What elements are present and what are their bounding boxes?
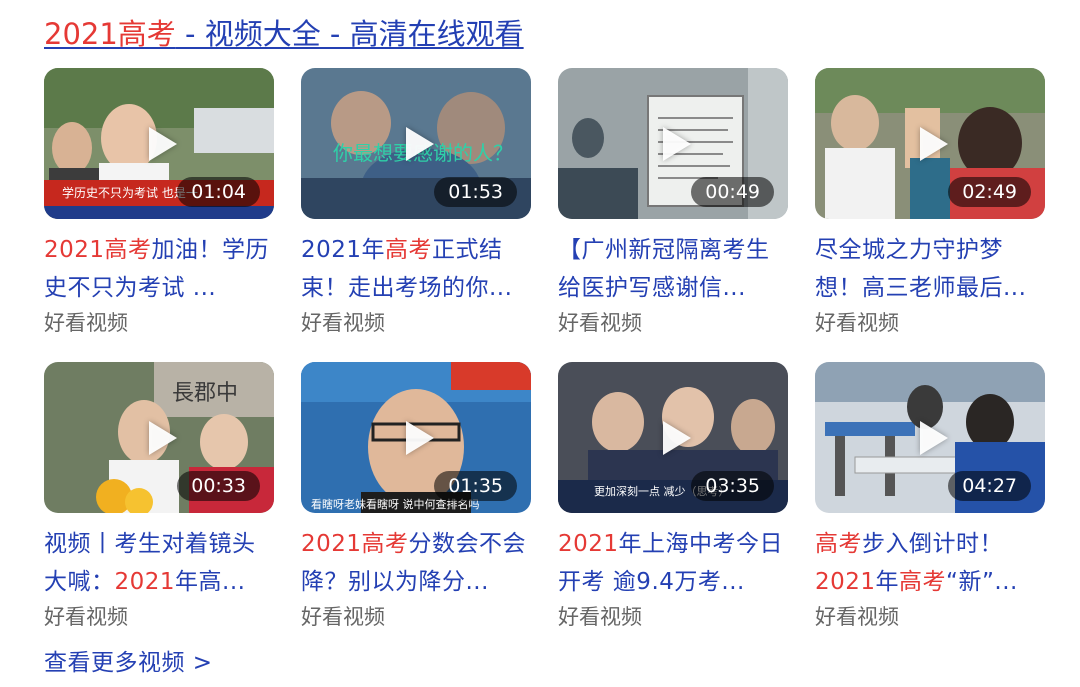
play-icon [406, 420, 434, 455]
video-source: 好看视频 [301, 605, 385, 629]
more-videos-link[interactable]: 查看更多视频 > [44, 644, 213, 682]
video-card[interactable]: 02:49 尽全城之力守护梦想！高三老师最后... 好看视频 [815, 68, 1045, 338]
title-highlight: 2021高考 [44, 17, 176, 51]
caption-highlight: 2021 [558, 531, 619, 557]
caption-highlight: 2021 [114, 569, 176, 595]
video-thumbnail[interactable]: 長郡中 00:33 [44, 362, 274, 513]
play-icon [920, 420, 948, 455]
video-duration: 01:35 [434, 471, 517, 501]
video-duration: 04:27 [948, 471, 1031, 501]
thumbnail-caption: 長郡中 [172, 381, 238, 406]
caption-text: 【广州新冠隔离考生给医护写感谢信... [558, 237, 770, 301]
video-source: 好看视频 [44, 605, 128, 629]
play-icon [149, 420, 177, 455]
video-title[interactable]: 视频丨考生对着镜头大喊：2021年高... [44, 525, 274, 601]
video-card[interactable]: 学历史不只为考试 也是一 01:04 2021高考加油！学历史不只为考试 ...… [44, 68, 274, 338]
caption-highlight: 2021 [815, 569, 876, 595]
video-thumbnail[interactable]: 你最想要感谢的人？ 01:53 [301, 68, 531, 219]
video-card[interactable]: 更加深刻一点 减少（思考） 03:35 2021年上海中考今日开考 逾9.4万考… [558, 362, 788, 632]
caption-text: 2021年 [301, 237, 386, 263]
video-card[interactable]: 你最想要感谢的人？ 01:53 2021年高考正式结束！走出考场的你... 好看… [301, 68, 531, 338]
video-source: 好看视频 [558, 311, 642, 335]
video-title[interactable]: 2021年上海中考今日开考 逾9.4万考... [558, 525, 788, 601]
video-source: 好看视频 [815, 311, 899, 335]
play-icon [406, 126, 434, 161]
caption-text: “新”... [946, 569, 1018, 595]
caption-highlight: 高考 [815, 531, 862, 557]
video-duration: 00:33 [177, 471, 260, 501]
video-thumbnail[interactable]: 02:49 [815, 68, 1045, 219]
video-source: 好看视频 [44, 311, 128, 335]
caption-highlight: 2021高考 [44, 237, 152, 263]
video-title[interactable]: 高考步入倒计时！2021年高考“新”... [815, 525, 1045, 601]
video-duration: 01:53 [434, 177, 517, 207]
video-title[interactable]: 2021高考加油！学历史不只为考试 ... [44, 231, 274, 307]
page-title[interactable]: 2021高考 - 视频大全 - 高清在线观看 [44, 12, 524, 56]
video-thumbnail[interactable]: 看瞎呀老妹看瞎呀 说中何查排名吗 01:35 [301, 362, 531, 513]
caption-highlight: 2021高考 [301, 531, 409, 557]
video-source: 好看视频 [815, 605, 899, 629]
video-title[interactable]: 【广州新冠隔离考生给医护写感谢信... [558, 231, 788, 307]
video-card[interactable]: 長郡中 00:33 视频丨考生对着镜头大喊：2021年高... 好看视频 [44, 362, 274, 632]
title-rest: - 视频大全 - 高清在线观看 [175, 17, 524, 51]
play-icon [663, 126, 691, 161]
video-card[interactable]: 00:49 【广州新冠隔离考生给医护写感谢信... 好看视频 [558, 68, 788, 338]
video-duration: 03:35 [691, 471, 774, 501]
play-icon [663, 420, 691, 455]
video-thumbnail[interactable]: 更加深刻一点 减少（思考） 03:35 [558, 362, 788, 513]
caption-text: 尽全城之力守护梦想！高三老师最后... [815, 237, 1027, 301]
video-source: 好看视频 [301, 311, 385, 335]
video-duration: 01:04 [177, 177, 260, 207]
caption-text: 年 [875, 569, 900, 595]
play-icon [149, 126, 177, 161]
video-duration: 00:49 [691, 177, 774, 207]
video-source: 好看视频 [558, 605, 642, 629]
video-duration: 02:49 [948, 177, 1031, 207]
caption-text: 步入倒计时！ [862, 531, 1003, 557]
video-grid: 学历史不只为考试 也是一 01:04 2021高考加油！学历史不只为考试 ...… [44, 68, 1048, 656]
video-thumbnail[interactable]: 00:49 [558, 68, 788, 219]
caption-highlight: 高考 [899, 569, 947, 595]
video-row-1: 学历史不只为考试 也是一 01:04 2021高考加油！学历史不只为考试 ...… [44, 68, 1048, 362]
caption-text: 年高... [175, 569, 246, 595]
video-title[interactable]: 尽全城之力守护梦想！高三老师最后... [815, 231, 1045, 307]
caption-highlight: 高考 [385, 237, 433, 263]
video-card[interactable]: 看瞎呀老妹看瞎呀 说中何查排名吗 01:35 2021高考分数会不会降？别以为降… [301, 362, 531, 632]
video-row-2: 長郡中 00:33 视频丨考生对着镜头大喊：2021年高... 好看视频 看瞎呀… [44, 362, 1048, 656]
video-title[interactable]: 2021年高考正式结束！走出考场的你... [301, 231, 531, 307]
video-thumbnail[interactable]: 学历史不只为考试 也是一 01:04 [44, 68, 274, 219]
play-icon [920, 126, 948, 161]
video-card[interactable]: 04:27 高考步入倒计时！2021年高考“新”... 好看视频 [815, 362, 1045, 632]
video-title[interactable]: 2021高考分数会不会降？别以为降分... [301, 525, 531, 601]
video-thumbnail[interactable]: 04:27 [815, 362, 1045, 513]
